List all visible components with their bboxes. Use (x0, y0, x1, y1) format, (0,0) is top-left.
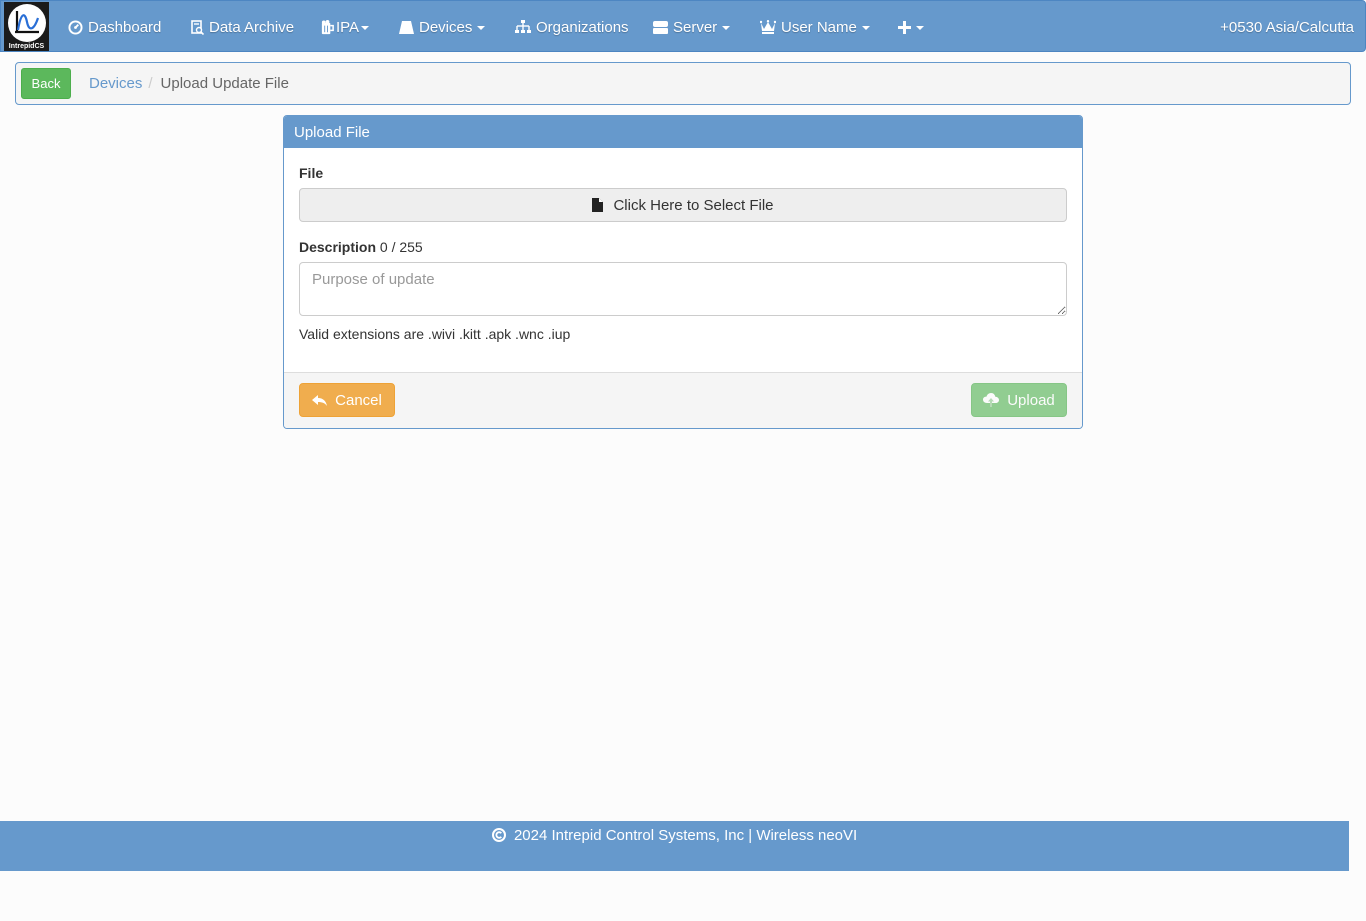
sitemap-icon (515, 20, 531, 34)
panel-footer: Cancel Upload (284, 372, 1082, 428)
nav-user-dropdown[interactable]: User Name (760, 1, 870, 53)
select-file-button[interactable]: Click Here to Select File (299, 188, 1067, 222)
intrepidcs-logo-icon (7, 4, 46, 42)
top-navbar: IntrepidCS Dashboard Data Archive IPA De… (0, 0, 1366, 52)
nav-add-dropdown[interactable] (898, 1, 924, 53)
chevron-down-icon (916, 26, 924, 30)
upload-label: Upload (1007, 391, 1055, 409)
breadcrumb-separator: / (148, 75, 153, 92)
upload-file-panel: Upload File File Click Here to Select Fi… (283, 115, 1083, 429)
timezone-display: +0530 Asia/Calcutta (1220, 18, 1354, 36)
description-label: Description (299, 239, 377, 255)
nav-user-name-label: User Name (781, 18, 857, 36)
reply-icon (312, 394, 328, 406)
crown-icon (760, 19, 776, 35)
nav-devices-label: Devices (419, 18, 473, 36)
brand-name: IntrepidCS (8, 43, 45, 50)
page-footer: 2024 Intrepid Control Systems, Inc | Wir… (0, 821, 1349, 871)
back-button[interactable]: Back (21, 68, 71, 99)
chevron-down-icon (861, 26, 870, 30)
panel-body: File Click Here to Select File Descripti… (284, 148, 1082, 374)
panel-title: Upload File (284, 116, 1082, 148)
cancel-label: Cancel (335, 391, 382, 409)
nav-devices-dropdown[interactable]: Devices (399, 1, 486, 53)
nav-organizations-label: Organizations (536, 18, 629, 36)
device-icon (399, 20, 414, 34)
nav-dashboard[interactable]: Dashboard (68, 1, 161, 53)
nav-server-dropdown[interactable]: Server (653, 1, 731, 53)
description-textarea[interactable] (299, 262, 1067, 316)
nav-dashboard-label: Dashboard (88, 18, 162, 36)
nav-organizations[interactable]: Organizations (515, 1, 629, 53)
server-icon (653, 20, 668, 34)
cancel-button[interactable]: Cancel (299, 383, 395, 417)
brand-logo[interactable]: IntrepidCS (4, 2, 49, 51)
nav-ipa-dropdown[interactable]: IPA (320, 1, 370, 53)
description-label-row: Description 0 / 255 (299, 239, 423, 255)
breadcrumb: Back Devices / Upload Update File (15, 62, 1351, 105)
description-char-count: 0 / 255 (379, 239, 423, 255)
valid-extensions-note: Valid extensions are .wivi .kitt .apk .w… (299, 326, 571, 342)
dashboard-icon (68, 19, 83, 35)
file-label: File (299, 165, 324, 181)
nav-data-archive[interactable]: Data Archive (191, 1, 294, 53)
breadcrumb-devices-link[interactable]: Devices (89, 75, 142, 92)
footer-text: 2024 Intrepid Control Systems, Inc | Wir… (513, 827, 858, 844)
chevron-down-icon (722, 26, 731, 30)
plus-icon (898, 20, 911, 34)
data-archive-icon (191, 19, 204, 35)
nav-server-label: Server (673, 18, 718, 36)
chevron-down-icon (477, 26, 486, 30)
upload-button[interactable]: Upload (971, 383, 1067, 417)
cloud-upload-icon (983, 393, 1000, 407)
file-icon (592, 198, 604, 212)
nav-ipa-label: IPA (336, 18, 360, 36)
chevron-down-icon (361, 26, 370, 30)
breadcrumb-current-page: Upload Update File (160, 75, 289, 92)
copyright-icon (491, 828, 506, 842)
beer-mug-icon (320, 19, 335, 35)
select-file-label: Click Here to Select File (613, 196, 774, 214)
nav-data-archive-label: Data Archive (209, 18, 295, 36)
